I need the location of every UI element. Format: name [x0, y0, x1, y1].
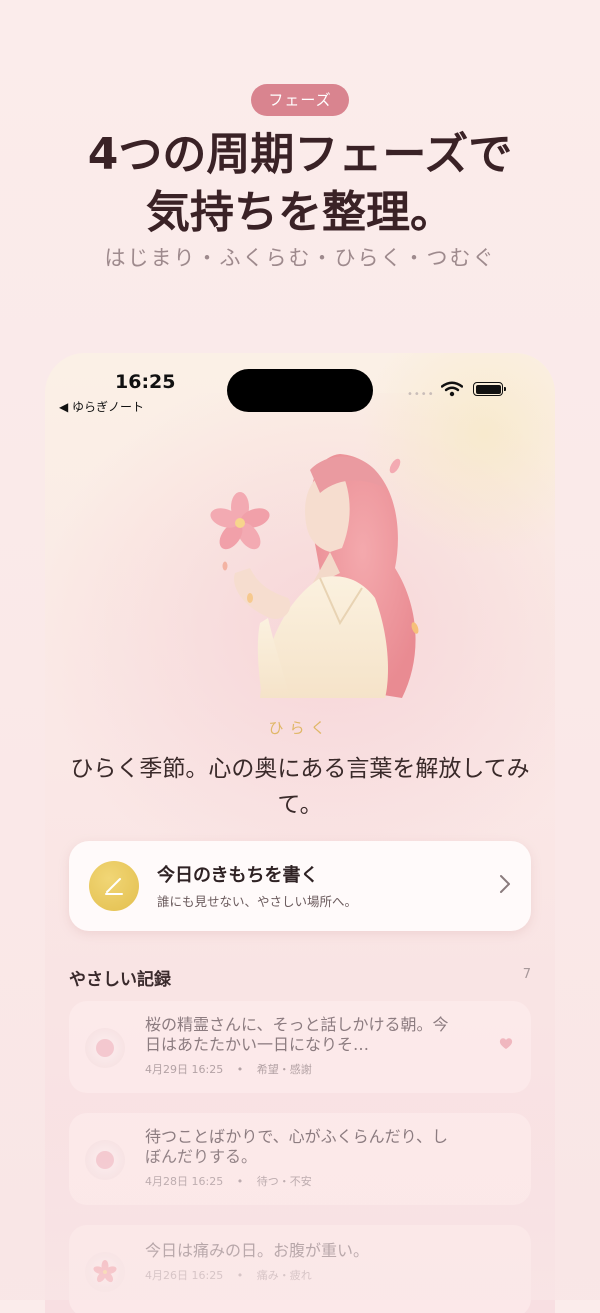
record-tags: 希望・感謝	[256, 1063, 312, 1076]
back-to-app-link[interactable]: ◀ ゆらぎノート	[59, 398, 144, 415]
promo-headline: 4つの周期フェーズで 気持ちを整理。	[0, 126, 600, 242]
meta-separator: •	[236, 1175, 244, 1188]
phase-message: ひらく季節。心の奥にある言葉を解放してみて。	[70, 756, 530, 818]
wifi-icon	[441, 381, 463, 397]
dynamic-island	[227, 369, 373, 412]
record-text: 今日は痛みの日。お腹が重い。	[145, 1241, 370, 1260]
record-tags: 待つ・不安	[256, 1175, 312, 1188]
phase-label: ひらく	[268, 719, 332, 737]
chevron-right-icon	[500, 875, 510, 893]
write-today-card[interactable]: 今日のきもちを書く 誰にも見せない、やさしい場所へ。	[69, 841, 531, 931]
phone-screen: 16:25 ◀ ゆらぎノート •••• ひらく ひらく季節。心の奥にある言葉を解…	[45, 353, 555, 1313]
records-title: やさしい記録	[69, 970, 171, 990]
record-meta: 4月28日 16:25 • 待つ・不安	[145, 1173, 322, 1189]
record-date: 4月26日 16:25	[145, 1269, 224, 1282]
sakura-icon	[85, 1252, 125, 1292]
phase-badge: フェーズ	[251, 84, 349, 116]
record-date: 4月28日 16:25	[145, 1175, 224, 1188]
sakura-spirit-illustration	[210, 454, 419, 698]
record-entry[interactable]: 桜の精霊さんに、そっと話しかける朝。今日はあたたかい一日になりそ… 4月29日 …	[69, 1001, 531, 1093]
battery-icon	[473, 382, 506, 396]
dot-icon	[85, 1028, 125, 1068]
signal-icon: ••••	[407, 389, 435, 400]
write-card-subtitle: 誰にも見せない、やさしい場所へ。	[157, 894, 358, 909]
records-count: 7	[522, 967, 531, 982]
status-time: 16:25	[115, 371, 176, 393]
meta-separator: •	[236, 1269, 244, 1282]
record-text: 桜の精霊さんに、そっと話しかける朝。今日はあたたかい一日になりそ…	[145, 1015, 449, 1054]
dot-icon	[85, 1140, 125, 1180]
record-text: 待つことばかりで、心がふくらんだり、しぼんだりする。	[145, 1127, 449, 1166]
headline-line-1: 4つの周期フェーズで	[87, 129, 513, 180]
record-tags: 痛み・疲れ	[256, 1269, 312, 1282]
record-entry[interactable]: 待つことばかりで、心がふくらんだり、しぼんだりする。 4月28日 16:25 •…	[69, 1113, 531, 1205]
promo-subline: はじまり・ふくらむ・ひらく・つむぐ	[104, 246, 496, 270]
record-meta: 4月26日 16:25 • 痛み・疲れ	[145, 1267, 322, 1283]
pen-icon	[89, 861, 139, 911]
meta-separator: •	[236, 1063, 244, 1076]
heart-icon[interactable]	[499, 1037, 513, 1050]
write-card-title: 今日のきもちを書く	[157, 865, 319, 886]
record-meta: 4月29日 16:25 • 希望・感謝	[145, 1061, 322, 1077]
record-date: 4月29日 16:25	[145, 1063, 224, 1076]
headline-line-2: 気持ちを整理。	[146, 187, 454, 238]
